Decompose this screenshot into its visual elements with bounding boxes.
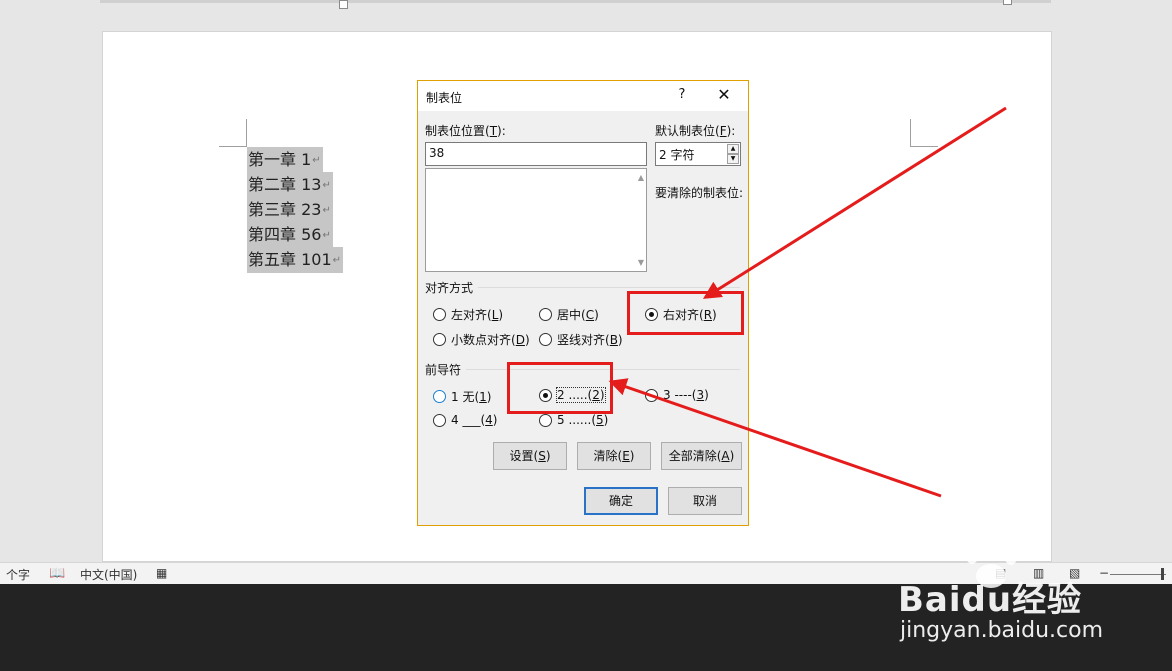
document-line[interactable]: 第四章 56↵ (247, 222, 343, 248)
crop-mark-top-left (219, 119, 247, 147)
group-divider (478, 287, 740, 288)
line-text: 第三章 23 (248, 200, 322, 219)
macro-icon[interactable]: ▦ (156, 566, 167, 580)
radio-circle-icon (433, 390, 446, 403)
paragraph-mark-icon: ↵ (322, 205, 331, 216)
radio-circle-icon (539, 413, 552, 427)
dialog-titlebar[interactable]: 制表位 ? ✕ (418, 81, 748, 111)
scroll-down-icon[interactable]: ▼ (638, 258, 644, 267)
paragraph-mark-icon: ↵ (332, 255, 342, 266)
line-text: 第二章 13 (248, 175, 322, 194)
document-line[interactable]: 第二章 13↵ (247, 172, 343, 198)
right-indent-marker[interactable] (1003, 0, 1012, 5)
help-button[interactable]: ? (674, 87, 690, 102)
radio-circle-icon (539, 333, 552, 346)
left-indent-marker[interactable] (339, 0, 348, 9)
highlight-box-dot-leader (507, 362, 613, 414)
default-tab-label: 默认制表位(F): (655, 124, 736, 138)
document-line[interactable]: 第五章 101↵ (247, 247, 344, 273)
leader-dashes-radio[interactable]: 3 ----(3) (645, 388, 709, 402)
default-tab-stepper[interactable]: 2 字符 ▲ ▼ (655, 142, 741, 166)
stepper-up-icon[interactable]: ▲ (727, 144, 739, 154)
dialog-title: 制表位 (426, 91, 463, 105)
radio-circle-icon (645, 388, 658, 402)
align-center-radio[interactable]: 居中(C) (539, 306, 599, 323)
tab-stop-list[interactable]: ▲ ▼ (425, 168, 647, 272)
crop-mark-top-right (910, 119, 938, 147)
cancel-button[interactable]: 取消 (668, 487, 742, 515)
line-text: 第四章 56 (248, 225, 322, 244)
watermark-url: jingyan.baidu.com (900, 618, 1104, 643)
zoom-out-icon[interactable]: − (1099, 566, 1109, 580)
radio-circle-icon (433, 333, 446, 346)
clear-all-button[interactable]: 全部清除(A) (661, 442, 742, 470)
set-button[interactable]: 设置(S) (493, 442, 567, 470)
paragraph-mark-icon: ↵ (322, 180, 331, 191)
ok-button[interactable]: 确定 (584, 487, 658, 515)
radio-circle-icon (433, 308, 446, 321)
language-indicator[interactable]: 中文(中国) (80, 566, 137, 583)
zoom-slider-thumb[interactable] (1161, 568, 1164, 580)
tab-position-input[interactable]: 38 (425, 142, 647, 166)
proofing-icon[interactable]: 📖 (49, 566, 65, 581)
leader-group-title: 前导符 (425, 363, 462, 377)
paragraph-mark-icon: ↵ (312, 155, 321, 166)
default-tab-value: 2 字符 (659, 148, 695, 162)
line-text: 第一章 1 (248, 150, 312, 169)
line-text: 第五章 101 (248, 250, 332, 269)
leader-bullets-radio[interactable]: 5 ......(5) (539, 413, 608, 427)
leader-none-radio[interactable]: 1 无(1) (433, 388, 491, 405)
word-count[interactable]: 个字 (6, 566, 30, 583)
leader-underline-radio[interactable]: 4 ___(4) (433, 413, 497, 427)
highlight-box-right-align (627, 291, 744, 335)
document-line[interactable]: 第一章 1↵ (247, 147, 343, 173)
selected-paragraphs[interactable]: 第一章 1↵ 第二章 13↵ 第三章 23↵ 第四章 56↵ 第五章 101↵ (247, 147, 344, 273)
paragraph-mark-icon: ↵ (322, 230, 331, 241)
zoom-slider[interactable] (1110, 574, 1166, 575)
scroll-up-icon[interactable]: ▲ (638, 173, 644, 182)
watermark-brand: Baidu经验 (898, 580, 1083, 620)
alignment-group-title: 对齐方式 (425, 281, 474, 295)
align-decimal-radio[interactable]: 小数点对齐(D) (433, 331, 530, 348)
radio-circle-icon (539, 308, 552, 321)
align-left-radio[interactable]: 左对齐(L) (433, 306, 503, 323)
clear-tabs-label: 要清除的制表位: (655, 186, 744, 200)
close-button[interactable]: ✕ (714, 85, 734, 105)
document-line[interactable]: 第三章 23↵ (247, 197, 343, 223)
tab-position-label: 制表位位置(T): (425, 124, 506, 138)
stepper-down-icon[interactable]: ▼ (727, 154, 739, 164)
clear-button[interactable]: 清除(E) (577, 442, 651, 470)
radio-circle-icon (433, 413, 446, 427)
align-bar-radio[interactable]: 竖线对齐(B) (539, 331, 623, 348)
horizontal-ruler (100, 0, 1051, 9)
